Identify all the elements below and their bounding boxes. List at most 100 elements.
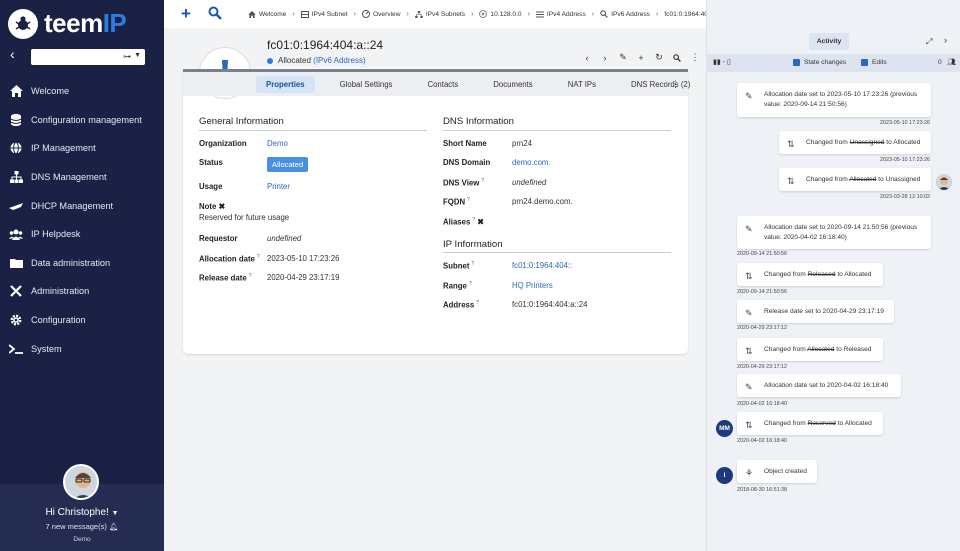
help-icon[interactable]: ? <box>257 254 260 260</box>
file-icon: ▯ <box>726 59 731 66</box>
main-menu: Welcome Configuration management IP Mana… <box>0 77 164 363</box>
user-avatar[interactable] <box>63 464 99 500</box>
activity-timestamp: 2020-04-02 16:18:40 <box>737 401 788 407</box>
organization-label: Organization <box>199 139 247 148</box>
activity-entry: ⇅ Changed from Allocated to Unassigned <box>779 168 931 191</box>
fqdn-label: FQDN? <box>443 197 470 207</box>
expand-icon[interactable]: ⤢ <box>926 37 932 47</box>
requestor-value: undefined <box>267 234 302 243</box>
edits-checkbox[interactable] <box>861 59 868 66</box>
search-icon <box>600 10 608 18</box>
help-icon[interactable]: ? <box>472 217 475 223</box>
tab-global-settings[interactable]: Global Settings <box>330 76 403 93</box>
user-greeting[interactable]: Hi Christophe! ▼ <box>0 507 164 518</box>
menu-item-dhcp-management[interactable]: DHCP Management <box>0 191 164 220</box>
breadcrumb-item-ipv4-subnets[interactable]: IPv4 Subnets <box>415 10 465 18</box>
menu-label: DHCP Management <box>31 200 114 211</box>
tab-nat-ips[interactable]: NAT IPs <box>558 76 606 93</box>
menu-item-administration[interactable]: Administration <box>0 277 164 306</box>
organization-select[interactable]: ⊶ ▼ <box>31 49 145 65</box>
search-button[interactable] <box>208 6 222 22</box>
menu-item-welcome[interactable]: Welcome <box>0 77 164 106</box>
menu-item-dns-management[interactable]: DNS Management <box>0 163 164 192</box>
tab-dns-records[interactable]: DNS Records (2) <box>621 76 700 93</box>
more-actions-button[interactable]: ⋮ <box>690 52 700 63</box>
state-changes-checkbox[interactable] <box>793 59 800 66</box>
menu-item-configuration-management[interactable]: Configuration management <box>0 106 164 135</box>
breadcrumb-item-subnet-10-128[interactable]: 10.128.0.0 <box>479 10 522 18</box>
menu-item-ip-helpdesk[interactable]: IP Helpdesk <box>0 220 164 249</box>
help-icon[interactable]: ? <box>467 197 470 203</box>
filter-dash: - <box>722 59 726 66</box>
search-icon <box>673 53 681 62</box>
aliases-label-text: Aliases <box>443 217 471 227</box>
chevron-right-icon[interactable]: › <box>944 35 947 45</box>
refresh-button[interactable]: ↻ <box>654 52 664 63</box>
user-avatar[interactable] <box>936 174 952 190</box>
requestor-label: Requestor <box>199 234 238 243</box>
tab-activity[interactable]: Activity <box>809 33 849 50</box>
activity-timestamp: 2023-05-10 17:23:26 <box>880 120 931 126</box>
logo-text-ip: IP <box>102 8 127 38</box>
add-button[interactable]: + <box>181 4 191 24</box>
menu-item-system[interactable]: System <box>0 334 164 363</box>
breadcrumb-label: IPv4 Subnet <box>311 10 348 18</box>
menu-item-data-administration[interactable]: Data administration <box>0 249 164 278</box>
breadcrumb-item-welcome[interactable]: Welcome <box>248 10 286 18</box>
expand-icon[interactable]: ✖ <box>219 202 226 211</box>
menu-label: IP Management <box>31 143 96 154</box>
activity-entry: ✎ Allocation date set to 2020-04-02 16:1… <box>737 374 901 397</box>
usage-value[interactable]: Printer <box>267 182 290 191</box>
expand-icon[interactable]: ✖ <box>477 218 484 227</box>
tab-contacts[interactable]: Contacts <box>417 76 468 93</box>
menu-item-configuration[interactable]: Configuration <box>0 306 164 335</box>
previous-button[interactable]: ‹ <box>582 53 592 63</box>
activity-timestamp: 2018-08-30 16:51:38 <box>737 487 788 493</box>
target-icon <box>479 10 488 18</box>
old-value: Allocated <box>807 346 835 353</box>
database-icon <box>9 113 23 127</box>
breadcrumb-item-overview[interactable]: Overview <box>362 10 400 18</box>
next-button[interactable]: › <box>600 53 610 63</box>
release-date-value: 2020-04-29 23:17:19 <box>267 273 340 282</box>
home-icon <box>9 84 23 98</box>
organization-value[interactable]: Demo <box>267 139 288 148</box>
user-avatar-mm[interactable]: MM <box>716 420 733 437</box>
menu-label: Configuration <box>31 315 86 326</box>
user-avatar-i[interactable]: I <box>716 467 733 484</box>
activity-text: Allocation date set to 2020-09-14 21:50:… <box>737 216 931 249</box>
filter-type-icons[interactable]: ▮▮ - ▯ <box>713 58 731 66</box>
range-value[interactable]: HQ Printers <box>512 281 553 290</box>
chevron-left-icon[interactable]: ‹ <box>10 46 15 62</box>
new-button[interactable]: + <box>636 53 646 63</box>
object-type-link[interactable]: (IPv6 Address) <box>313 56 365 65</box>
caret-down-icon: ▼ <box>111 510 119 517</box>
menu-item-ip-management[interactable]: IP Management <box>0 134 164 163</box>
release-date-label: Release date? <box>199 273 251 283</box>
help-icon[interactable]: ? <box>469 281 472 287</box>
breadcrumb-item-ipv6-address[interactable]: IPv6 Address <box>600 10 650 18</box>
messages-text: 7 new message(s) <box>45 522 107 531</box>
activity-text-line: value: 2020-09-14 21:50:56) <box>764 100 847 108</box>
search-button[interactable] <box>672 53 682 62</box>
edit-button[interactable]: ✎ <box>618 52 628 63</box>
activity-text-line: Allocation date set to 2020-09-14 21:50:… <box>764 224 918 231</box>
seedling-icon: ⚘ <box>745 468 754 478</box>
address-label-text: Address <box>443 300 475 310</box>
help-icon[interactable]: ? <box>481 178 484 184</box>
note-label: Note ✖ <box>199 202 225 211</box>
tab-documents[interactable]: Documents <box>483 76 542 93</box>
breadcrumb-item-ipv4-subnet[interactable]: IPv4 Subnet <box>300 10 348 18</box>
more-tabs-icon[interactable]: ⋮ <box>671 79 680 90</box>
help-icon[interactable]: ? <box>471 261 474 267</box>
dns-domain-value[interactable]: demo.com. <box>512 158 551 167</box>
book-icon: ▮▮ <box>713 59 721 66</box>
breadcrumb-item-ipv4-address[interactable]: IPv4 Address <box>535 10 586 18</box>
help-icon[interactable]: ? <box>476 300 479 306</box>
teemip-logo[interactable]: teemIP <box>8 8 127 39</box>
plane-icon <box>9 199 23 213</box>
help-icon[interactable]: ? <box>249 273 252 279</box>
subnet-value[interactable]: fc01:0:1964:404:: <box>512 261 572 270</box>
messages-link[interactable]: 7 new message(s) 🔔︎ <box>0 522 164 531</box>
tab-properties[interactable]: Properties <box>256 75 315 93</box>
